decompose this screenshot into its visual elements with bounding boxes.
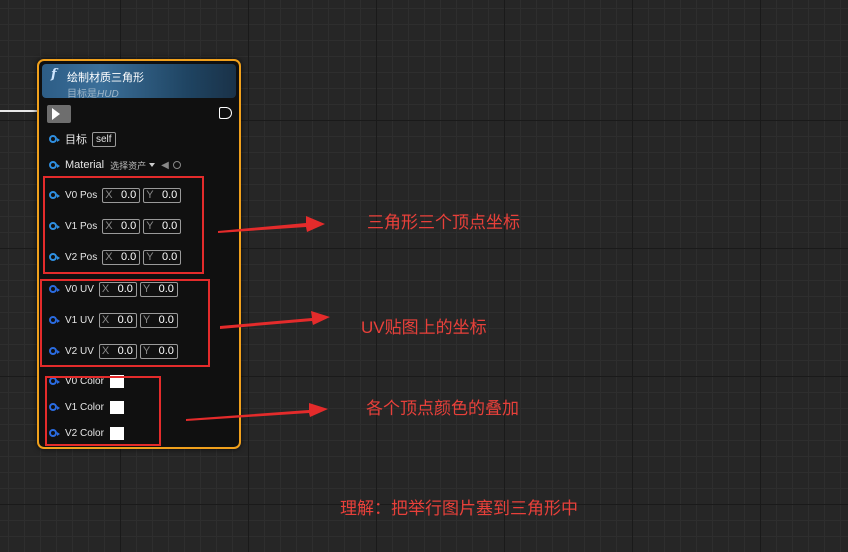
annotation-uv: UV贴图上的坐标 xyxy=(361,318,487,337)
annotation-pos: 三角形三个顶点坐标 xyxy=(367,213,520,232)
arrow-icon xyxy=(186,403,328,421)
annotation-summary: 理解：把举行图片塞到三角形中 xyxy=(340,499,578,518)
annotation-arrows xyxy=(186,216,330,421)
annotation-color: 各个顶点颜色的叠加 xyxy=(366,399,519,418)
arrow-icon xyxy=(218,216,325,233)
arrow-icon xyxy=(220,311,330,329)
